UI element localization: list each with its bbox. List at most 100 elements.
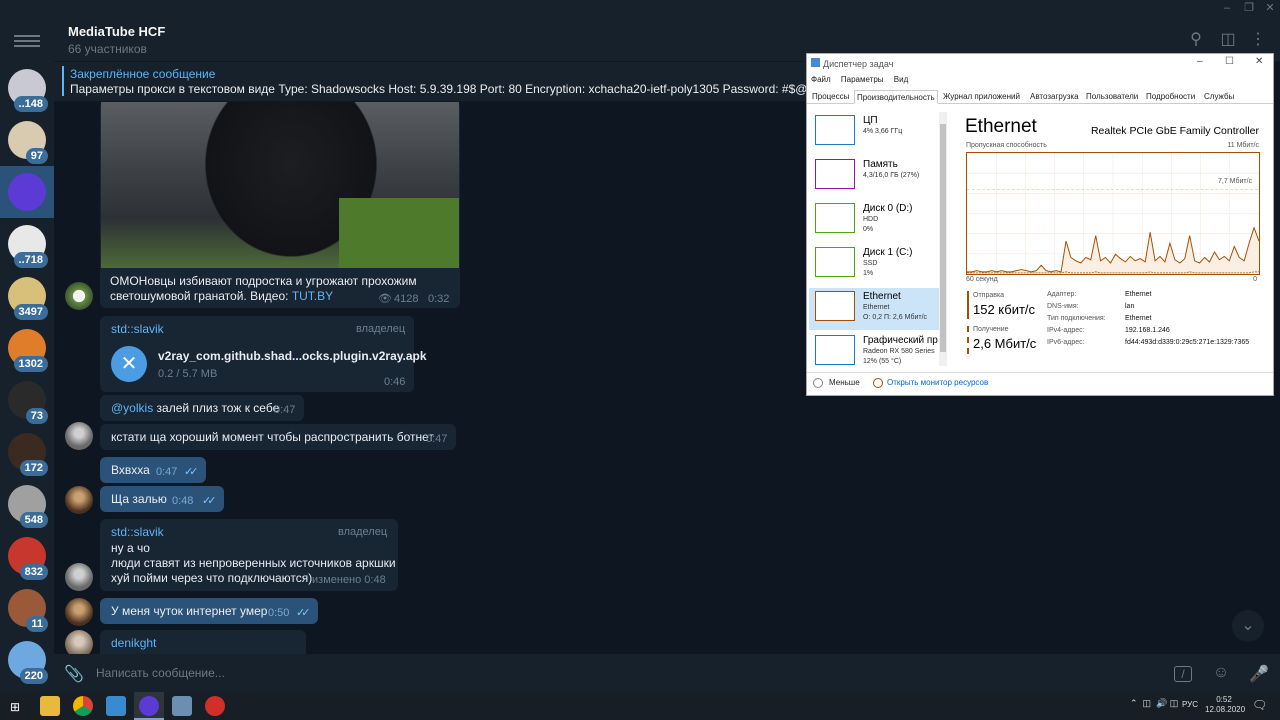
scroll-down-icon[interactable]: ⌄	[1232, 610, 1264, 642]
chat-list-item[interactable]: 11	[0, 582, 54, 634]
sidebar-toggle-icon[interactable]: ◫	[1218, 30, 1238, 50]
pinned-message-bar[interactable]: Закреплённое сообщение Параметры прокси …	[54, 62, 806, 102]
attach-icon[interactable]: 📎	[64, 664, 84, 684]
photo-message[interactable]: ОМОНовцы избивают подростка и угрожают п…	[100, 102, 460, 308]
maximize-icon[interactable]: ☐	[1225, 56, 1234, 67]
menu-options[interactable]: Параметры	[841, 75, 884, 84]
chat-list-item[interactable]: 548	[0, 478, 54, 530]
message-photo[interactable]	[101, 102, 459, 268]
taskbar-app-taskmgr[interactable]	[167, 692, 197, 720]
fewer-details-link[interactable]: Меньше	[829, 378, 860, 387]
hamburger-menu-icon[interactable]	[14, 32, 40, 50]
resource-item[interactable]: Диск 1 (C:) SSD 1%	[809, 244, 939, 286]
chat-list-item[interactable]	[0, 166, 54, 218]
windows-start-icon[interactable]: ⊞	[10, 700, 20, 714]
resource-item[interactable]: Диск 0 (D:) HDD 0%	[809, 200, 939, 242]
task-manager-footer: Меньше Открыть монитор ресурсов	[807, 372, 1273, 394]
text-message[interactable]: std::slavik владелец ну а чо люди ставят…	[100, 519, 398, 591]
resource-name: Графический пр	[863, 335, 938, 346]
recv-indicator	[967, 326, 969, 354]
emoji-icon[interactable]: ☺	[1211, 664, 1231, 682]
outgoing-message[interactable]: Вхвхха 0:47 ✓✓	[100, 457, 206, 483]
outgoing-message[interactable]: У меня чуток интернет умер 0:50 ✓✓	[100, 598, 318, 624]
mention-link[interactable]: @yolkis	[111, 401, 153, 415]
resource-item[interactable]: Ethernet Ethernet О: 0,2 П: 2,6 Мбит/с	[809, 288, 939, 330]
my-avatar[interactable]	[65, 486, 93, 514]
tab-performance[interactable]: Производительность	[854, 90, 938, 104]
minimize-icon[interactable]: –	[1218, 1, 1236, 15]
tut-by-link[interactable]: TUT.BY	[292, 289, 333, 303]
resource-list-scrollbar[interactable]	[939, 112, 947, 366]
collapse-chevron-icon[interactable]	[813, 378, 823, 388]
download-cancel-icon[interactable]: ✕	[111, 346, 147, 382]
chat-avatar	[8, 173, 46, 211]
more-menu-icon[interactable]: ⋮	[1248, 30, 1268, 50]
menu-view[interactable]: Вид	[894, 75, 908, 84]
taskbar-app-explorer[interactable]	[35, 692, 65, 720]
taskbar-app-files[interactable]	[101, 692, 131, 720]
chat-list-item[interactable]: ..718	[0, 218, 54, 270]
user-avatar[interactable]	[65, 422, 93, 450]
chat-list-item[interactable]: ..148	[0, 62, 54, 114]
property-value: 192.168.1.246	[1125, 327, 1170, 334]
microphone-icon[interactable]: 🎤	[1249, 664, 1269, 684]
text-message[interactable]: @yolkis залей плиз тож к себе 0:47	[100, 395, 304, 421]
my-avatar[interactable]	[65, 598, 93, 626]
taskbar-app-chrome[interactable]	[68, 692, 98, 720]
unread-badge: 1302	[13, 356, 48, 372]
resource-item[interactable]: ЦП 4% 3,66 ГГц	[809, 112, 939, 154]
tab-app-history[interactable]: Журнал приложений	[941, 90, 1022, 104]
chat-list-item[interactable]: 832	[0, 530, 54, 582]
restore-icon[interactable]: ❐	[1240, 1, 1258, 15]
sender-name[interactable]: std::slavik	[111, 322, 164, 336]
notifications-icon[interactable]: 🗨	[1252, 698, 1267, 712]
chat-title[interactable]: MediaTube HCF	[68, 24, 165, 39]
chat-list-item[interactable]: 172	[0, 426, 54, 478]
close-icon[interactable]: ✕	[1255, 56, 1263, 67]
menu-file[interactable]: Файл	[811, 75, 831, 84]
open-resource-monitor-link[interactable]: Открыть монитор ресурсов	[887, 378, 988, 387]
user-avatar[interactable]	[65, 563, 93, 591]
tab-users[interactable]: Пользователи	[1084, 90, 1140, 104]
input-language[interactable]: РУС	[1182, 700, 1198, 709]
minimize-icon[interactable]: –	[1197, 56, 1203, 67]
resource-detail: 12% (55 °C)	[863, 358, 902, 365]
user-avatar[interactable]	[65, 630, 93, 654]
tab-services[interactable]: Службы	[1202, 90, 1236, 104]
chat-list-item[interactable]: 97	[0, 114, 54, 166]
resource-item[interactable]: Графический пр Radeon RX 580 Series 12% (5…	[809, 332, 939, 374]
file-name[interactable]: v2ray_com.github.shad...ocks.plugin.v2ra…	[158, 349, 427, 363]
tab-processes[interactable]: Процессы	[810, 90, 851, 104]
tab-details[interactable]: Подробности	[1144, 90, 1197, 104]
sender-name[interactable]: std::slavik	[111, 525, 164, 539]
read-checks-icon: ✓✓	[184, 466, 199, 478]
resource-item[interactable]: Память 4,3/16,0 ГБ (27%)	[809, 156, 939, 198]
resource-thumbnail	[815, 115, 855, 145]
text-message[interactable]: denikght	[100, 630, 306, 654]
commands-icon[interactable]: /	[1174, 666, 1192, 682]
file-message[interactable]: std::slavik владелец ✕ v2ray_com.github.…	[100, 316, 427, 392]
chat-list-item[interactable]: 3497	[0, 270, 54, 322]
message-input[interactable]: Написать сообщение...	[96, 666, 225, 680]
clock[interactable]: 0:52 12.08.2020	[1205, 695, 1245, 715]
chat-list-item[interactable]: 1302	[0, 322, 54, 374]
menu-bar: Файл Параметры Вид	[811, 75, 916, 84]
task-manager-window[interactable]: Диспетчер задач – ☐ ✕ Файл Параметры Вид…	[806, 53, 1274, 396]
search-icon[interactable]: ⚲	[1186, 30, 1206, 50]
chat-list-item[interactable]: 73	[0, 374, 54, 426]
chat-list-item[interactable]: 220	[0, 634, 54, 686]
text-message[interactable]: кстати ща хороший момент чтобы распростр…	[100, 424, 456, 450]
resource-name: Ethernet	[863, 291, 901, 302]
close-icon[interactable]: ✕	[1261, 1, 1279, 15]
read-checks-icon: ✓✓	[202, 495, 217, 507]
adapter-name: Realtek PCIe GbE Family Controller	[1090, 125, 1259, 137]
tab-startup[interactable]: Автозагрузка	[1028, 90, 1081, 104]
outgoing-message[interactable]: Ща залью 0:48 ✓✓	[100, 486, 224, 512]
taskbar-app-other[interactable]	[200, 692, 230, 720]
task-manager-title: Диспетчер задач	[823, 59, 894, 69]
system-tray[interactable]: ⌃ ◫ 🔊 ◫	[1130, 698, 1178, 709]
taskbar-app-telegram[interactable]	[134, 692, 164, 720]
channel-avatar[interactable]	[65, 282, 93, 310]
resource-detail: Ethernet	[863, 304, 890, 311]
sender-name[interactable]: denikght	[111, 636, 156, 650]
